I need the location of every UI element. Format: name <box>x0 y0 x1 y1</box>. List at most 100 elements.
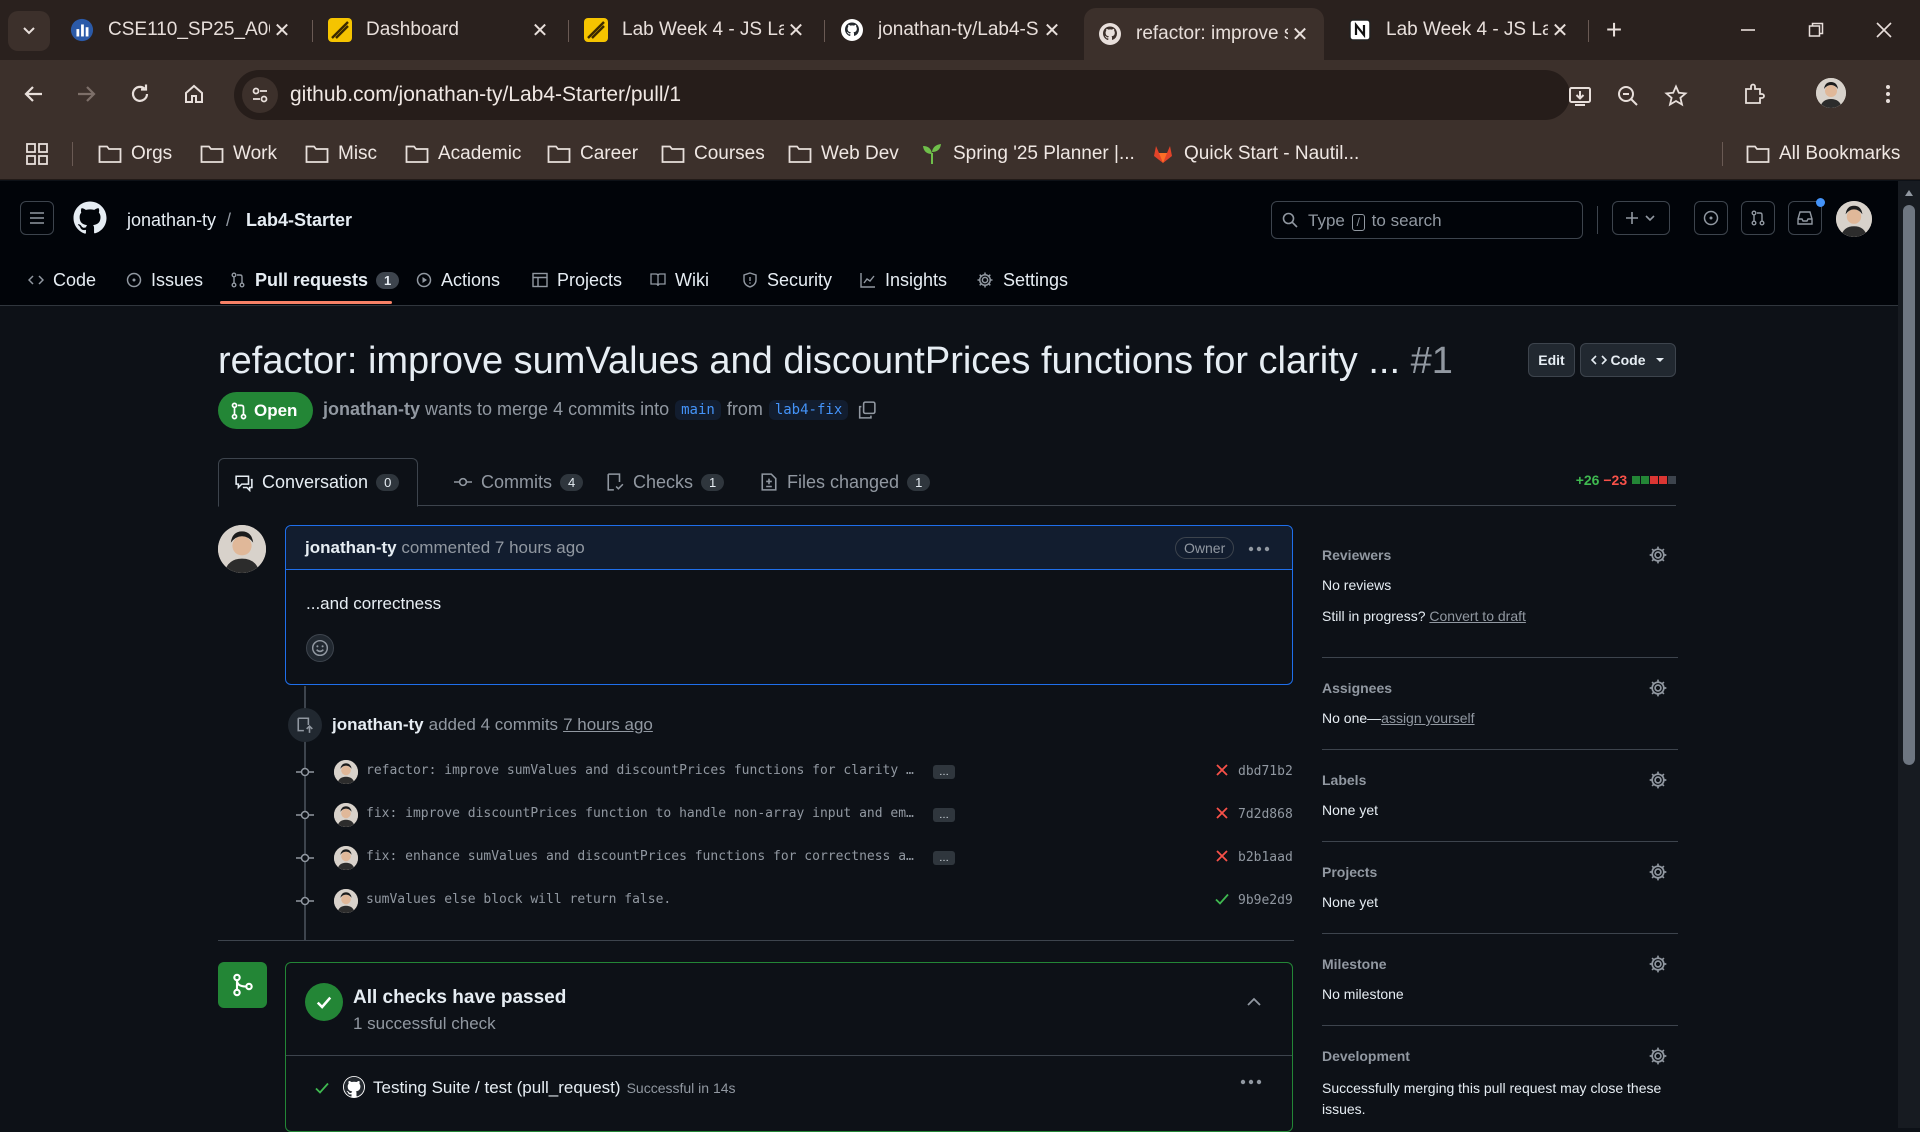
address-bar[interactable]: github.com/jonathan-ty/Lab4-Starter/pull… <box>234 70 1688 120</box>
gear-icon[interactable] <box>1648 678 1668 698</box>
convert-to-draft-link[interactable]: Convert to draft <box>1429 608 1526 624</box>
expand-commit-button[interactable]: … <box>933 808 955 822</box>
create-new-button[interactable] <box>1612 201 1670 235</box>
inbox-button[interactable] <box>1788 198 1825 235</box>
commit-message[interactable]: sumValues else block will return false. <box>366 892 671 907</box>
bookmark-star-button[interactable] <box>1662 82 1690 110</box>
comment-author[interactable]: jonathan-ty <box>305 538 397 557</box>
code-dropdown-button[interactable]: Code <box>1580 343 1676 377</box>
page-scrollbar[interactable] <box>1898 181 1920 1128</box>
commit-sha[interactable]: dbd71b2 <box>1238 764 1293 779</box>
close-icon[interactable]: ✕ <box>784 18 808 42</box>
site-info-button[interactable] <box>242 77 278 113</box>
new-tab-button[interactable]: + <box>1598 14 1630 46</box>
x-icon[interactable] <box>1214 762 1230 778</box>
browser-tab-3[interactable]: Lab Week 4 - JS La ✕ <box>570 8 820 52</box>
scroll-up-icon[interactable] <box>1904 189 1914 197</box>
tab-insights[interactable]: Insights <box>860 263 947 297</box>
commit-sha[interactable]: b2b1aad <box>1238 850 1293 865</box>
forward-button[interactable] <box>68 76 104 112</box>
commit-author-avatar[interactable] <box>334 760 358 784</box>
commit-message[interactable]: fix: enhance sumValues and discountPrice… <box>366 849 914 864</box>
gear-icon[interactable] <box>1648 770 1668 790</box>
breadcrumb-owner[interactable]: jonathan-ty <box>127 210 216 231</box>
github-logo[interactable] <box>72 200 108 236</box>
browser-menu-button[interactable] <box>1870 76 1906 112</box>
search-input[interactable]: Type / to search <box>1271 201 1583 239</box>
tab-checks[interactable]: Checks 1 <box>590 458 740 506</box>
add-reaction-button[interactable] <box>306 634 334 662</box>
event-author[interactable]: jonathan-ty <box>332 715 424 735</box>
comment-author-avatar[interactable] <box>218 525 266 573</box>
checks-header[interactable]: All checks have passed 1 successful chec… <box>286 963 1292 1056</box>
browser-tab-2[interactable]: Dashboard ✕ <box>314 8 564 52</box>
tab-search-button[interactable] <box>8 11 50 51</box>
pr-author-link[interactable]: jonathan-ty <box>323 399 420 420</box>
reload-button[interactable] <box>122 76 158 112</box>
profile-avatar[interactable] <box>1816 78 1846 108</box>
expand-commit-button[interactable]: … <box>933 851 955 865</box>
close-icon[interactable]: ✕ <box>270 18 294 42</box>
tab-settings[interactable]: Settings <box>976 263 1068 297</box>
commit-author-avatar[interactable] <box>334 803 358 827</box>
edit-button[interactable]: Edit <box>1528 343 1575 377</box>
pull-requests-button[interactable] <box>1741 201 1775 235</box>
assign-yourself-link[interactable]: assign yourself <box>1381 710 1474 726</box>
tab-conversation[interactable]: Conversation 0 <box>218 458 418 507</box>
check-run-row[interactable]: Testing Suite / test (pull_request) Succe… <box>286 1057 1292 1121</box>
user-avatar[interactable] <box>1836 201 1872 237</box>
commit-sha[interactable]: 7d2d868 <box>1238 807 1293 822</box>
commit-author-avatar[interactable] <box>334 846 358 870</box>
commit-sha[interactable]: 9b9e2d9 <box>1238 893 1293 908</box>
back-button[interactable] <box>16 76 52 112</box>
bookmark-quick-start[interactable]: Quick Start - Nautil... <box>1151 138 1359 170</box>
bookmark-folder-career[interactable]: Career <box>547 138 638 170</box>
gear-icon[interactable] <box>1648 954 1668 974</box>
tab-code[interactable]: Code <box>28 263 96 297</box>
browser-tab-1[interactable]: CSE110_SP25_A00 ✕ <box>56 8 306 52</box>
close-icon[interactable]: ✕ <box>1548 18 1572 42</box>
browser-tab-4[interactable]: jonathan-ty/Lab4-S ✕ <box>826 8 1076 52</box>
chevron-up-icon[interactable] <box>1246 997 1262 1007</box>
close-icon[interactable]: ✕ <box>1288 22 1312 46</box>
tab-security[interactable]: Security <box>742 263 832 297</box>
copy-icon[interactable] <box>858 400 876 419</box>
close-window-button[interactable] <box>1864 14 1904 46</box>
bookmark-folder-academic[interactable]: Academic <box>405 138 521 170</box>
restore-button[interactable] <box>1796 14 1836 46</box>
check-icon[interactable] <box>1214 891 1230 907</box>
tab-projects[interactable]: Projects <box>532 263 622 297</box>
install-app-button[interactable] <box>1566 82 1594 110</box>
close-icon[interactable]: ✕ <box>1040 18 1064 42</box>
breadcrumb-repo[interactable]: Lab4-Starter <box>246 210 352 231</box>
tab-issues[interactable]: Issues <box>126 263 203 297</box>
x-icon[interactable] <box>1214 805 1230 821</box>
bookmark-folder-orgs[interactable]: Orgs <box>98 138 172 170</box>
expand-commit-button[interactable]: … <box>933 765 955 779</box>
tab-actions[interactable]: Actions <box>416 263 500 297</box>
bookmark-folder-web-dev[interactable]: Web Dev <box>788 138 899 170</box>
x-icon[interactable] <box>1214 848 1230 864</box>
extensions-button[interactable] <box>1736 76 1772 112</box>
scrollbar-thumb[interactable] <box>1903 205 1915 765</box>
close-icon[interactable]: ✕ <box>528 18 552 42</box>
kebab-horizontal-icon[interactable] <box>1248 546 1270 552</box>
commit-message[interactable]: refactor: improve sumValues and discount… <box>366 763 914 778</box>
bookmark-spring-planner[interactable]: Spring '25 Planner |... <box>920 138 1135 170</box>
head-branch[interactable]: lab4-fix <box>768 399 849 420</box>
bookmark-folder-work[interactable]: Work <box>200 138 277 170</box>
base-branch[interactable]: main <box>675 399 721 420</box>
apps-button[interactable] <box>26 138 57 170</box>
home-button[interactable] <box>176 76 212 112</box>
bookmark-folder-courses[interactable]: Courses <box>661 138 765 170</box>
commit-author-avatar[interactable] <box>334 889 358 913</box>
issues-button[interactable] <box>1694 201 1728 235</box>
all-bookmarks-button[interactable]: All Bookmarks <box>1746 138 1900 170</box>
tab-files-changed[interactable]: Files changed 1 <box>744 458 946 506</box>
kebab-horizontal-icon[interactable] <box>1240 1079 1262 1085</box>
tab-commits[interactable]: Commits 4 <box>438 458 599 506</box>
gear-icon[interactable] <box>1648 862 1668 882</box>
tab-wiki[interactable]: Wiki <box>650 263 709 297</box>
gear-icon[interactable] <box>1648 1046 1668 1066</box>
gear-icon[interactable] <box>1648 545 1668 565</box>
